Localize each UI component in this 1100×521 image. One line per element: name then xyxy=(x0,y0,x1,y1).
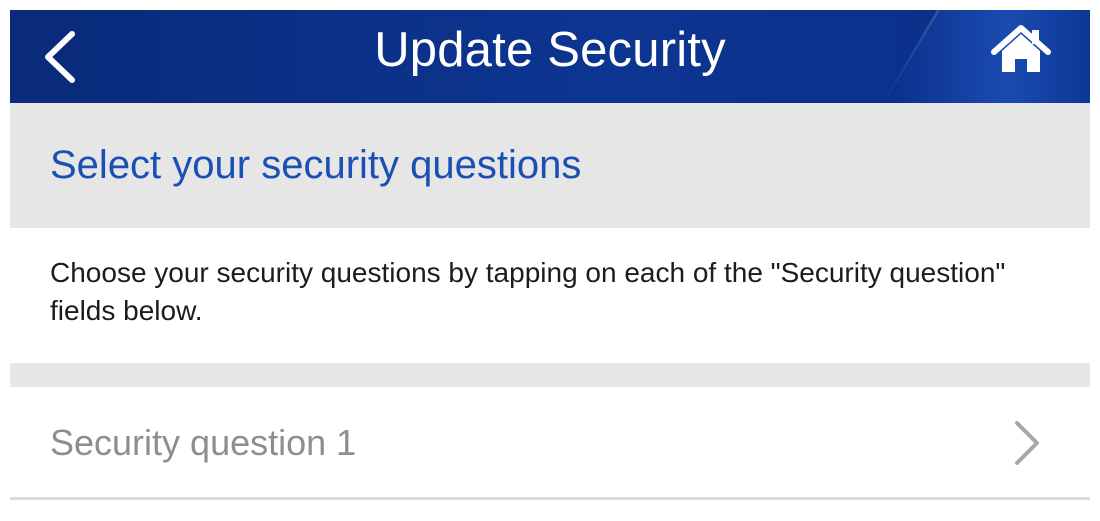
section-separator xyxy=(10,363,1090,387)
home-icon xyxy=(988,20,1054,80)
section-title: Select your security questions xyxy=(50,143,582,187)
instructions-text: Choose your security questions by tappin… xyxy=(50,257,1006,326)
chevron-left-icon xyxy=(32,22,92,92)
app-screen: Update Security Select your security que… xyxy=(10,10,1090,510)
back-button[interactable] xyxy=(32,22,92,92)
row-divider xyxy=(10,497,1090,500)
security-question-1-placeholder: Security question 1 xyxy=(50,422,357,463)
chevron-right-icon xyxy=(1005,417,1045,469)
security-question-1-field[interactable]: Security question 1 xyxy=(10,387,1090,497)
section-header: Select your security questions xyxy=(10,103,1090,228)
home-button[interactable] xyxy=(988,20,1054,80)
navigation-bar: Update Security xyxy=(10,10,1090,103)
